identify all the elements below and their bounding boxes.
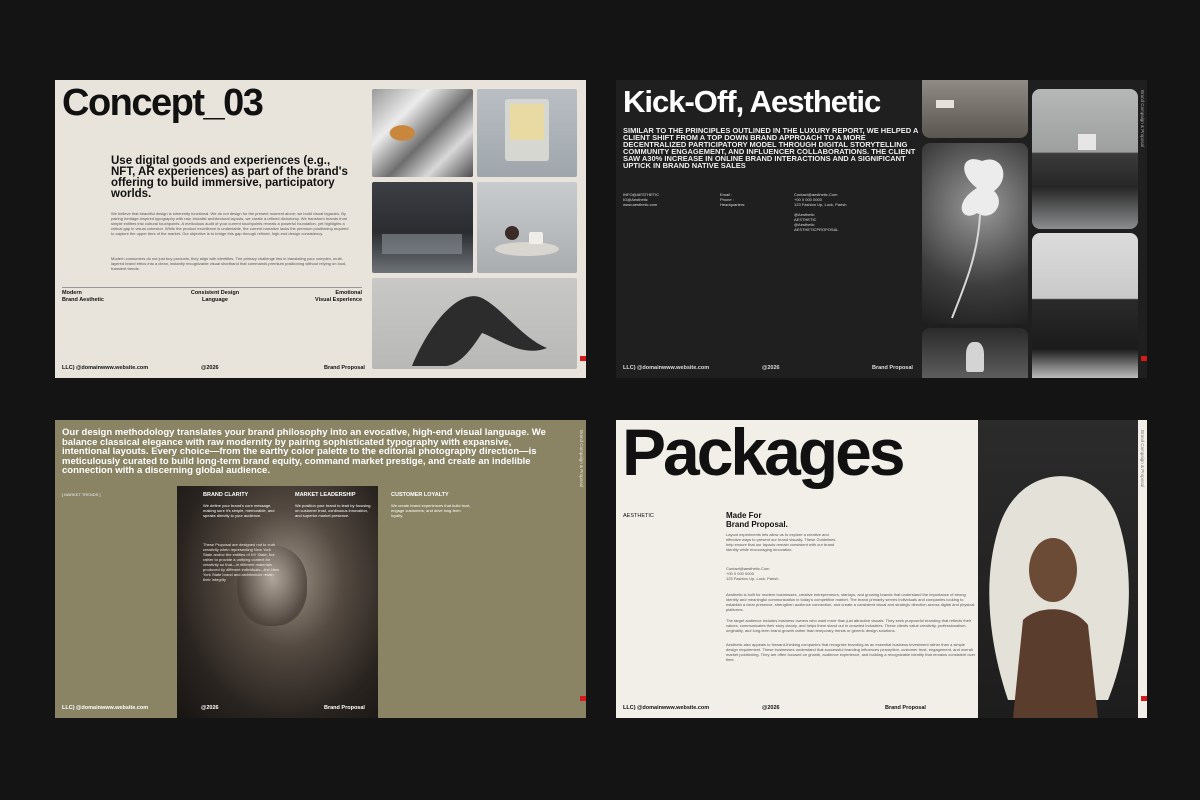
footer-domain: LLC) @domainwww.website.com — [62, 365, 149, 371]
living-room-photo — [1032, 89, 1138, 229]
figure-photo — [922, 328, 1028, 378]
footer-year: @2026 — [762, 365, 780, 371]
slide-methodology[interactable]: Our design methodology translates your b… — [55, 420, 586, 718]
note-paragraph: These Proposal are designed not to curb … — [203, 542, 279, 582]
leather-sofa-photo — [372, 182, 473, 273]
slide-title: Concept_03 — [62, 82, 264, 124]
footer-domain: LLC) @domainwww.website.com — [623, 705, 710, 711]
footer-year: @2026 — [201, 705, 219, 711]
contact-block: Contact@aesthetic.Com +00 0 000 0000 125 F… — [726, 566, 779, 581]
footer-year: @2026 — [762, 705, 780, 711]
footer-doc: Brand Proposal — [324, 365, 365, 371]
vertical-label: Brand Campaign & Proposal — [1140, 430, 1145, 488]
slide-title: Packages — [622, 420, 906, 489]
info-column: INFO@AESTHETIC IG@Aesthetic www.aesthetic.… — [623, 192, 660, 207]
label-consistent: Consistent Design Language — [190, 290, 240, 303]
red-tick — [580, 356, 586, 361]
flower-photo — [922, 143, 1028, 324]
column-market-leadership: MARKET LEADERSHIP We position your brand… — [295, 492, 371, 518]
aesthetic-tag: AESTHETIC — [623, 513, 654, 519]
footer-domain: LLC) @domainwww.website.com — [623, 365, 710, 371]
footer-domain: LLC) @domainwww.website.com — [62, 705, 149, 711]
slide-lead: Our design methodology translates your b… — [62, 427, 546, 476]
vertical-label: Brand Campaign & Proposal — [579, 430, 584, 488]
footer-doc: Brand Proposal — [872, 365, 913, 371]
column-brand-clarity: BRAND CLARITY We define your brand's cor… — [203, 492, 275, 518]
footer-doc: Brand Proposal — [885, 705, 926, 711]
slide-lead: Use digital goods and experiences (e.g.,… — [111, 155, 348, 200]
intro-paragraph: Layout experiments lets allow us to expl… — [726, 532, 836, 552]
slide-lead: Similar to the principles outlined in th… — [623, 126, 919, 170]
info-labels: Email : Phone : Headquarters: — [720, 192, 746, 207]
slide-packages[interactable]: Packages AESTHETIC Made For Brand Proposa… — [616, 420, 1147, 718]
market-trends-tag: [ MARKET TRENDS ] — [62, 492, 101, 497]
footer-doc: Brand Proposal — [324, 705, 365, 711]
slide-kickoff[interactable]: Kick-Off, Aesthetic Similar to the princ… — [616, 80, 1147, 378]
label-modern: Modern Brand Aesthetic — [62, 290, 104, 303]
retro-device-photo — [477, 89, 577, 177]
footer-year: @2026 — [201, 365, 219, 371]
red-tick — [580, 696, 586, 701]
tea-tray-photo — [477, 182, 577, 273]
body-paragraph: We believe that beautiful design is inhe… — [111, 211, 349, 236]
red-tick — [1141, 356, 1147, 361]
red-tick — [1141, 696, 1147, 701]
body-paragraph: The target audience includes business ow… — [726, 618, 972, 633]
leaf-portrait-photo — [978, 420, 1138, 718]
label-emotional: Emotional Visual Experience — [315, 290, 362, 303]
car-headlight-photo — [372, 89, 473, 177]
column-customer-loyalty: CUSTOMER LOYALTY We create brand experie… — [391, 492, 471, 518]
divider — [62, 287, 362, 288]
body-paragraph: Aesthetic is built for modern businesses… — [726, 592, 975, 612]
sculpture-photo — [372, 278, 577, 369]
body-paragraph: Aesthetic also appeals to forward-thinki… — [726, 642, 976, 662]
interior-photo — [922, 80, 1028, 138]
body-paragraph: Modern consumers do not just buy product… — [111, 256, 347, 271]
vertical-label: Brand Campaign & Proposal — [1140, 90, 1145, 148]
sculpture-shape — [412, 296, 547, 366]
portrait-photo — [177, 486, 378, 718]
info-values: Contact@aesthetic.Com +00 0 000 0000 123 F… — [794, 192, 847, 232]
armchairs-photo — [1032, 233, 1138, 378]
made-for-heading: Made For Brand Proposal. — [726, 511, 788, 529]
slide-concept[interactable]: Concept_03 Use digital goods and experie… — [55, 80, 586, 378]
slide-title: Kick-Off, Aesthetic — [623, 84, 881, 119]
